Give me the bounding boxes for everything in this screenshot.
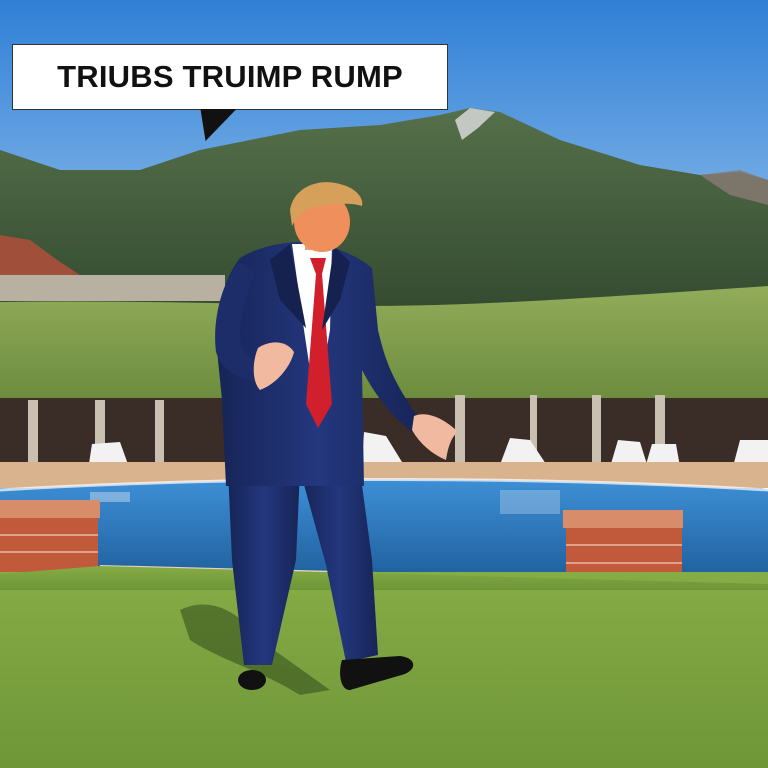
speech-bubble: TRIUBS TRUIMP RUMP — [12, 44, 448, 110]
speech-bubble-text: TRIUBS TRUIMP RUMP — [57, 59, 403, 94]
roofline — [0, 275, 225, 301]
brick-pillar-left — [0, 500, 100, 576]
photo-scene — [0, 0, 768, 768]
